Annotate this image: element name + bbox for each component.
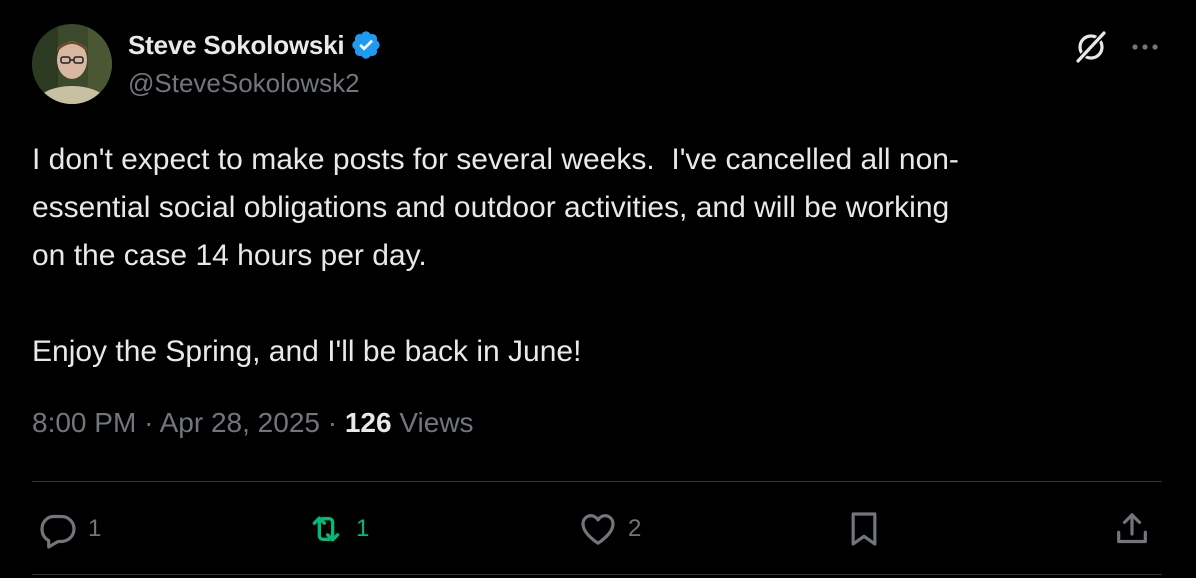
display-name[interactable]: Steve Sokolowski [128,30,345,61]
more-options-icon[interactable] [1128,30,1162,64]
tweet-header: Steve Sokolowski @SteveSokolowsk2 [32,24,1162,104]
views-label: Views [399,407,474,438]
heart-icon [578,509,618,549]
user-handle[interactable]: @SteveSokolowsk2 [128,68,360,99]
tweet-text: I don't expect to make posts for several… [32,143,959,368]
divider-bottom [32,574,1162,575]
like-count: 2 [628,515,642,542]
verified-badge-icon[interactable] [350,29,382,61]
reply-button[interactable]: 1 [38,498,101,560]
grok-icon[interactable] [1072,28,1110,66]
reply-count: 1 [88,515,102,542]
bookmark-button[interactable] [844,498,884,560]
like-button[interactable]: 2 [578,498,641,560]
tweet-meta: 8:00 PM · Apr 28, 2025 · 126 Views [32,407,474,439]
tweet-time[interactable]: 8:00 PM [32,407,136,438]
share-icon [1112,509,1152,549]
meta-separator-2: · [327,407,338,438]
share-button[interactable] [1112,498,1152,560]
views-count: 126 [344,407,392,438]
meta-separator: · [144,407,154,438]
avatar[interactable] [32,24,112,104]
name-row: Steve Sokolowski [128,28,382,62]
divider-top [32,481,1162,482]
retweet-count: 1 [356,515,370,542]
tweet-date[interactable]: Apr 28, 2025 [160,407,320,438]
action-bar: 1 1 2 [32,498,1162,560]
retweet-icon [306,509,346,549]
reply-icon [38,509,78,549]
retweet-button[interactable]: 1 [306,498,369,560]
bookmark-icon [844,509,884,549]
